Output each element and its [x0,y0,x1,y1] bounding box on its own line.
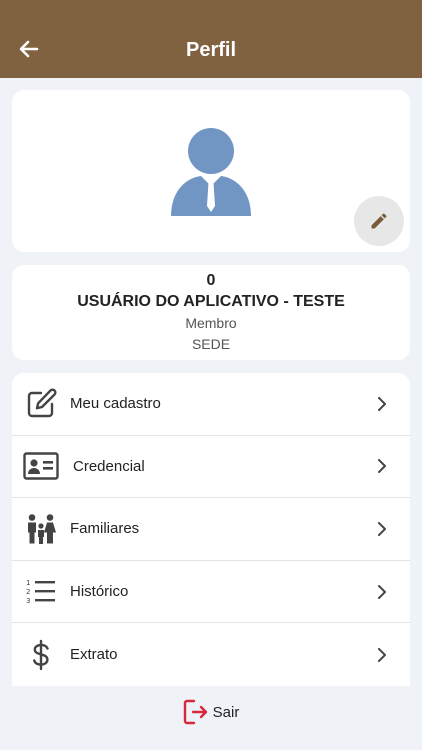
chevron-right-icon [372,394,392,414]
member-unit: SEDE [191,336,231,352]
edit-profile-button[interactable] [354,196,404,246]
menu-item-historico[interactable]: 1 2 3 Histórico [12,561,410,624]
chevron-right-icon [372,519,392,539]
page-title: Perfil [185,38,237,61]
id-card-icon [23,448,59,484]
user-avatar-icon [171,128,251,216]
menu-item-label: Extrato [70,646,118,664]
logout-button[interactable]: Sair [0,694,422,730]
menu-item-label: Meu cadastro [70,395,161,413]
edit-square-icon [23,386,59,422]
pencil-icon [371,213,387,229]
dollar-icon [23,637,59,673]
svg-text:3: 3 [26,597,30,605]
profile-info-card: 0 USUÁRIO DO APLICATIVO - TESTE Membro S… [12,265,410,360]
chevron-right-icon [372,582,392,602]
member-role: Membro [185,315,237,331]
member-name: USUÁRIO DO APLICATIVO - TESTE [77,293,345,310]
member-id: 0 [206,272,216,289]
chevron-right-icon [372,645,392,665]
arrow-left-icon [19,40,39,58]
menu-item-familiares[interactable]: Familiares [12,498,410,561]
svg-text:1: 1 [26,579,30,587]
svg-text:2: 2 [26,588,30,596]
logout-label: Sair [212,703,240,721]
profile-avatar-card [12,90,410,252]
menu-item-label: Histórico [70,583,129,601]
numbered-list-icon: 1 2 3 [23,574,59,610]
menu-item-meu-cadastro[interactable]: Meu cadastro [12,373,410,436]
menu-item-extrato[interactable]: Extrato [12,623,410,686]
profile-menu: Meu cadastro Credencial Familiares 1 2 3… [12,373,410,686]
menu-item-label: Credencial [73,457,145,475]
chevron-right-icon [372,456,392,476]
logout-icon [183,699,207,725]
top-app-bar: Perfil [0,0,422,78]
menu-item-label: Familiares [70,520,140,538]
menu-item-credencial[interactable]: Credencial [12,436,410,499]
family-icon [23,511,59,547]
back-button[interactable] [14,34,44,64]
